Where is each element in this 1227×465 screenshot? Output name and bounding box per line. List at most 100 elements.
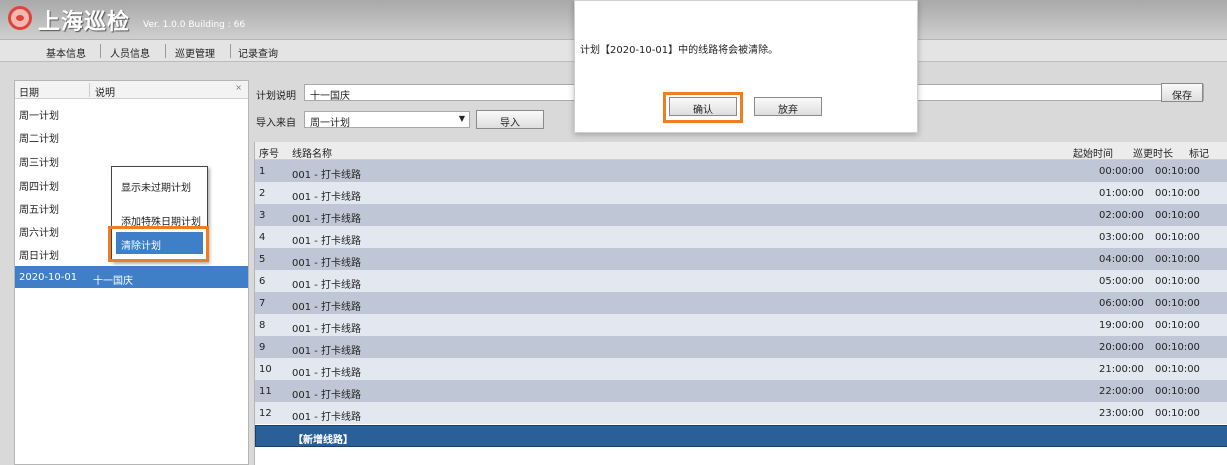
table-row[interactable]: 8 001 - 打卡线路 19:00:00 00:10:00: [255, 314, 1227, 336]
plan-date: 周五计划: [19, 205, 59, 216]
row-start-time: 22:00:00: [1099, 386, 1144, 397]
row-route: 001 - 打卡线路: [292, 280, 362, 291]
plan-date: 周六计划: [19, 228, 59, 239]
import-button[interactable]: 导入: [476, 110, 544, 129]
row-duration: 00:10:00: [1155, 254, 1200, 265]
row-seq: 4: [259, 232, 266, 243]
dropdown-arrow-icon[interactable]: ▼: [459, 114, 465, 123]
plan-date: 周一计划: [19, 111, 59, 122]
row-start-time: 23:00:00: [1099, 408, 1144, 419]
table-row[interactable]: 5 001 - 打卡线路 04:00:00 00:10:00: [255, 248, 1227, 270]
row-duration: 00:10:00: [1155, 342, 1200, 353]
row-start-time: 00:00:00: [1099, 166, 1144, 177]
row-route: 001 - 打卡线路: [292, 302, 362, 313]
row-duration: 00:10:00: [1155, 386, 1200, 397]
menu-separator: [230, 44, 231, 58]
row-duration: 00:10:00: [1155, 320, 1200, 331]
column-header-seq[interactable]: 序号: [259, 145, 279, 160]
row-route: 001 - 打卡线路: [292, 214, 362, 225]
table-row[interactable]: 3 001 - 打卡线路 02:00:00 00:10:00: [255, 204, 1227, 226]
row-start-time: 02:00:00: [1099, 210, 1144, 221]
row-seq: 8: [259, 320, 266, 331]
row-route: 001 - 打卡线路: [292, 324, 362, 335]
row-route: 001 - 打卡线路: [292, 368, 362, 379]
table-row[interactable]: 1 001 - 打卡线路 00:00:00 00:10:00: [255, 160, 1227, 182]
plan-date: 周四计划: [19, 182, 59, 193]
grid-header: 序号 线路名称 起始时间 巡更时长 标记: [255, 142, 1227, 160]
highlight-frame: [108, 226, 209, 262]
plan-list: 日期 说明 × 周一计划 周二计划 周三计划 周四计划 周五计划 周六计划 周日…: [14, 80, 249, 465]
row-seq: 12: [259, 408, 272, 419]
column-header-description[interactable]: 说明: [95, 84, 115, 99]
row-duration: 00:10:00: [1155, 188, 1200, 199]
column-divider[interactable]: [89, 83, 90, 97]
menu-item-show-unexpired-plans[interactable]: 显示未过期计划: [121, 179, 191, 194]
table-row[interactable]: 11 001 - 打卡线路 22:00:00 00:10:00: [255, 380, 1227, 402]
table-row[interactable]: 10 001 - 打卡线路 21:00:00 00:10:00: [255, 358, 1227, 380]
row-route: 001 - 打卡线路: [292, 346, 362, 357]
table-row[interactable]: 9 001 - 打卡线路 20:00:00 00:10:00: [255, 336, 1227, 358]
plan-item-2020-10-01[interactable]: 2020-10-01 十一国庆: [15, 266, 248, 288]
row-duration: 00:10:00: [1155, 408, 1200, 419]
row-duration: 00:10:00: [1155, 276, 1200, 287]
row-start-time: 19:00:00: [1099, 320, 1144, 331]
column-header-mark[interactable]: 标记: [1189, 145, 1209, 160]
confirm-clear-dialog: 计划【2020-10-01】中的线路将会被清除。: [574, 0, 918, 133]
row-duration: 00:10:00: [1155, 166, 1200, 177]
row-seq: 6: [259, 276, 266, 287]
row-seq: 10: [259, 364, 272, 375]
row-route: 001 - 打卡线路: [292, 236, 362, 247]
row-seq: 1: [259, 166, 266, 177]
column-header-date[interactable]: 日期: [19, 84, 39, 99]
app-logo-icon: [8, 6, 32, 30]
row-route: 001 - 打卡线路: [292, 412, 362, 423]
row-duration: 00:10:00: [1155, 232, 1200, 243]
menu-separator: [100, 44, 101, 58]
import-from-label: 导入来自: [256, 118, 296, 129]
save-button[interactable]: 保存: [1161, 83, 1203, 102]
row-start-time: 01:00:00: [1099, 188, 1144, 199]
plan-item-monday[interactable]: 周一计划: [15, 101, 248, 123]
row-duration: 00:10:00: [1155, 210, 1200, 221]
close-icon[interactable]: ×: [235, 83, 242, 92]
table-row[interactable]: 7 001 - 打卡线路 06:00:00 00:10:00: [255, 292, 1227, 314]
app-version: Ver. 1.0.0 Building : 66: [143, 20, 246, 30]
column-header-start-time[interactable]: 起始时间: [1073, 145, 1113, 160]
dialog-message: 计划【2020-10-01】中的线路将会被清除。: [580, 45, 779, 56]
plan-date: 2020-10-01: [19, 272, 78, 283]
row-seq: 2: [259, 188, 266, 199]
menu-staff-info[interactable]: 人员信息: [110, 45, 150, 60]
row-route: 001 - 打卡线路: [292, 170, 362, 181]
import-source-select[interactable]: 周一计划 ▼: [304, 111, 470, 129]
menu-patrol-management[interactable]: 巡更管理: [175, 45, 215, 60]
menu-separator: [165, 44, 166, 58]
row-start-time: 04:00:00: [1099, 254, 1144, 265]
plan-item-tuesday[interactable]: 周二计划: [15, 124, 248, 146]
plan-date: 周三计划: [19, 158, 59, 169]
table-row[interactable]: 2 001 - 打卡线路 01:00:00 00:10:00: [255, 182, 1227, 204]
row-duration: 00:10:00: [1155, 364, 1200, 375]
row-seq: 3: [259, 210, 266, 221]
table-row[interactable]: 6 001 - 打卡线路 05:00:00 00:10:00: [255, 270, 1227, 292]
highlight-frame: [663, 92, 743, 123]
add-route-label: 【新增线路】: [293, 435, 353, 446]
row-route: 001 - 打卡线路: [292, 390, 362, 401]
column-header-duration[interactable]: 巡更时长: [1133, 145, 1173, 160]
cancel-button[interactable]: 放弃: [754, 97, 822, 116]
plan-description-label: 计划说明: [256, 91, 296, 102]
row-seq: 7: [259, 298, 266, 309]
table-row[interactable]: 12 001 - 打卡线路 23:00:00 00:10:00: [255, 402, 1227, 424]
row-duration: 00:10:00: [1155, 298, 1200, 309]
add-route-row[interactable]: 【新增线路】: [255, 425, 1227, 447]
plan-list-header: 日期 说明 ×: [15, 81, 248, 99]
menu-record-query[interactable]: 记录查询: [238, 45, 278, 60]
row-route: 001 - 打卡线路: [292, 258, 362, 269]
column-header-route[interactable]: 线路名称: [292, 145, 332, 160]
menu-basic-info[interactable]: 基本信息: [46, 45, 86, 60]
row-seq: 9: [259, 342, 266, 353]
app-title: 上海巡检: [38, 10, 131, 35]
row-route: 001 - 打卡线路: [292, 192, 362, 203]
route-grid: 序号 线路名称 起始时间 巡更时长 标记 1 001 - 打卡线路 00:00:…: [254, 142, 1227, 465]
table-row[interactable]: 4 001 - 打卡线路 03:00:00 00:10:00: [255, 226, 1227, 248]
row-start-time: 03:00:00: [1099, 232, 1144, 243]
